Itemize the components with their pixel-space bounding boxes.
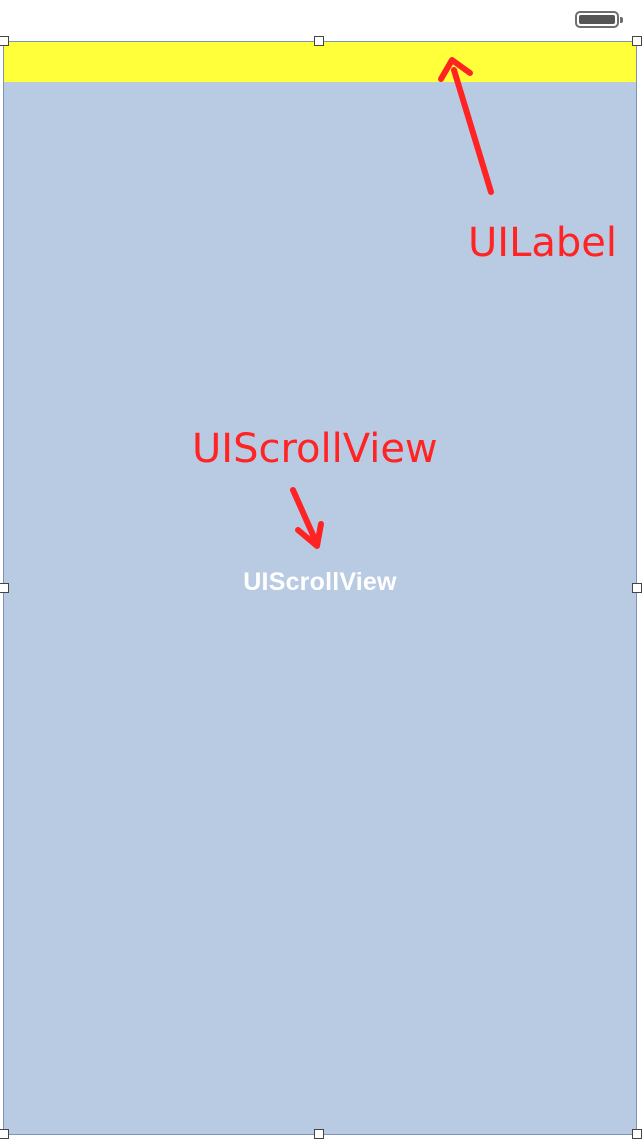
uilabel-annotation: UILabel [468, 220, 617, 266]
uiscrollview-annotation: UIScrollView [192, 426, 438, 472]
arrow-to-uilabel [451, 67, 494, 195]
storyboard-canvas: UIScrollView UILabel UIScrollView [0, 0, 644, 1148]
annotation-arrows [290, 57, 494, 549]
